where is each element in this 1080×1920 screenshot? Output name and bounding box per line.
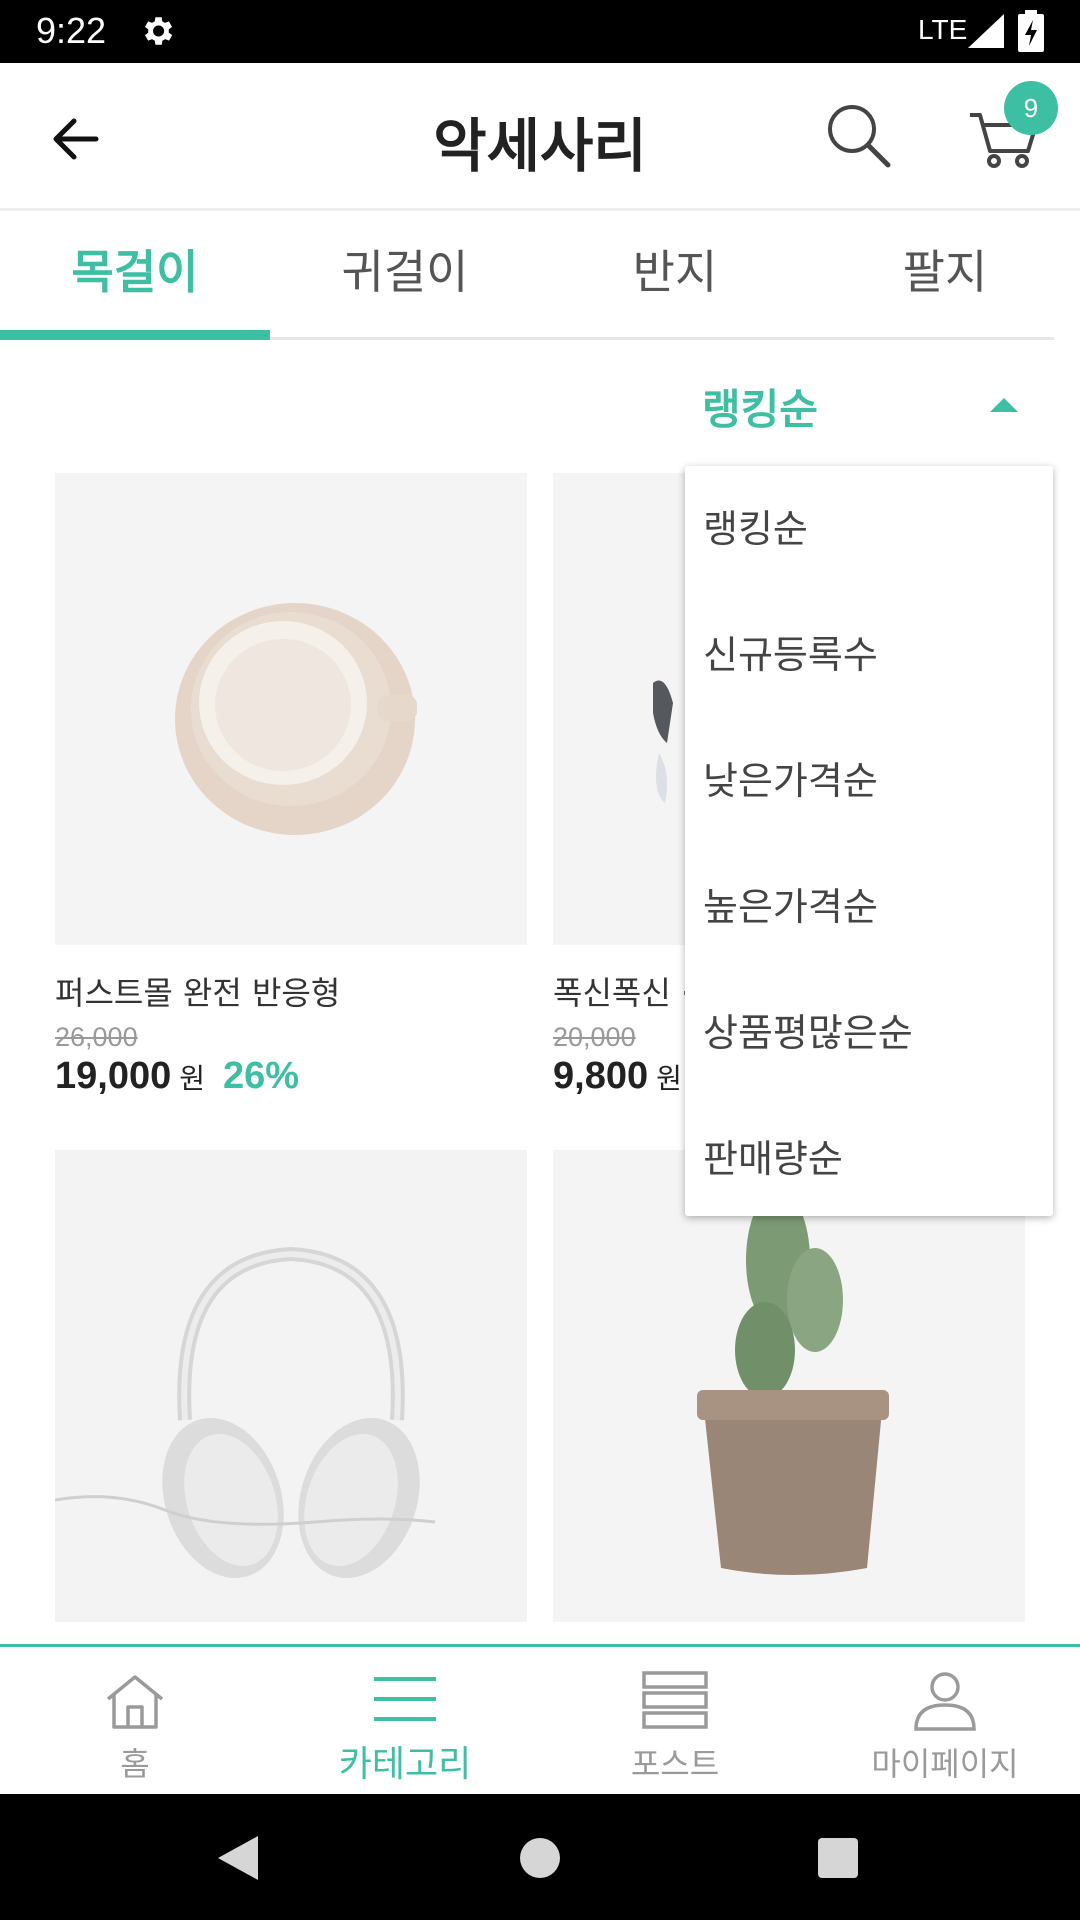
tab-necklace[interactable]: 목걸이	[0, 214, 270, 340]
currency-label: 원	[179, 1062, 205, 1095]
product-original-price: 26,000	[55, 1022, 138, 1052]
sort-dropdown-menu: 랭킹순 신규등록수 낮은가격순 높은가격순 상품평많은순 판매량순	[685, 466, 1053, 1216]
sort-option-newest[interactable]: 신규등록수	[703, 592, 1043, 718]
nav-label: 카테고리	[338, 1744, 472, 1785]
battery-charging-icon	[1018, 10, 1044, 52]
cart-count-badge: 9	[1004, 81, 1058, 135]
headphones-illustration	[55, 1150, 527, 1622]
system-navigation-bar	[0, 1794, 1080, 1920]
active-tab-indicator	[0, 330, 270, 340]
product-name[interactable]: 퍼스트몰 완전 반응형	[55, 968, 340, 1014]
product-price-row: 19,000 원 26%	[55, 1055, 299, 1098]
sort-selector[interactable]: 랭킹순	[702, 376, 818, 437]
system-home-icon[interactable]	[520, 1838, 560, 1878]
product-price-row: 9,800 원	[553, 1055, 682, 1098]
product-price: 9,800	[553, 1055, 649, 1097]
home-icon	[106, 1675, 164, 1729]
signal-icon	[968, 14, 1004, 48]
product-image-coffee-cup[interactable]	[55, 473, 527, 945]
product-price: 19,000	[55, 1055, 172, 1097]
network-type: LTE	[918, 14, 968, 45]
nav-label: 홈	[120, 1745, 150, 1783]
discount-badge: 26%	[223, 1055, 300, 1097]
system-recents-icon[interactable]	[818, 1838, 858, 1878]
app-header: 악세사리 9	[0, 63, 1080, 211]
status-time: 9:22	[36, 10, 107, 51]
nav-item-posts[interactable]: 포스트	[540, 1647, 810, 1797]
sort-chevron-up-icon[interactable]	[990, 398, 1018, 412]
product-name[interactable]: 폭신폭신 ·	[553, 968, 691, 1014]
posts-icon	[642, 1671, 708, 1729]
nav-label: 포스트	[630, 1745, 720, 1783]
status-bar: 9:22 LTE	[0, 0, 1080, 63]
search-icon[interactable]	[822, 99, 894, 171]
settings-gear-icon	[144, 17, 173, 45]
bottom-navigation: 홈 카테고리 포스트 마이페이지	[0, 1644, 1080, 1794]
page-title: 악세사리	[433, 112, 647, 180]
currency-label: 원	[656, 1062, 682, 1095]
sort-option-ranking[interactable]: 랭킹순	[703, 466, 1043, 592]
tab-earrings[interactable]: 귀걸이	[270, 214, 540, 340]
sort-option-most-reviews[interactable]: 상품평많은순	[703, 970, 1043, 1096]
system-back-icon[interactable]	[218, 1836, 258, 1880]
tab-bracelets[interactable]: 팔지	[810, 214, 1080, 340]
menu-icon	[374, 1677, 436, 1721]
nav-item-mypage[interactable]: 마이페이지	[810, 1647, 1080, 1797]
category-tabs: 목걸이 귀걸이 반지 팔지	[0, 214, 1054, 340]
product-original-price: 20,000	[553, 1022, 636, 1052]
product-image-headphones[interactable]	[55, 1150, 527, 1622]
sort-option-price-high[interactable]: 높은가격순	[703, 844, 1043, 970]
sort-option-price-low[interactable]: 낮은가격순	[703, 718, 1043, 844]
nav-item-category[interactable]: 카테고리	[270, 1647, 540, 1797]
nav-label: 마이페이지	[871, 1745, 1019, 1783]
user-icon	[914, 1672, 976, 1731]
coffee-cup-illustration	[55, 473, 527, 945]
tab-rings[interactable]: 반지	[540, 214, 810, 340]
nav-item-home[interactable]: 홈	[0, 1647, 270, 1797]
sort-option-best-selling[interactable]: 판매량순	[703, 1096, 1043, 1222]
